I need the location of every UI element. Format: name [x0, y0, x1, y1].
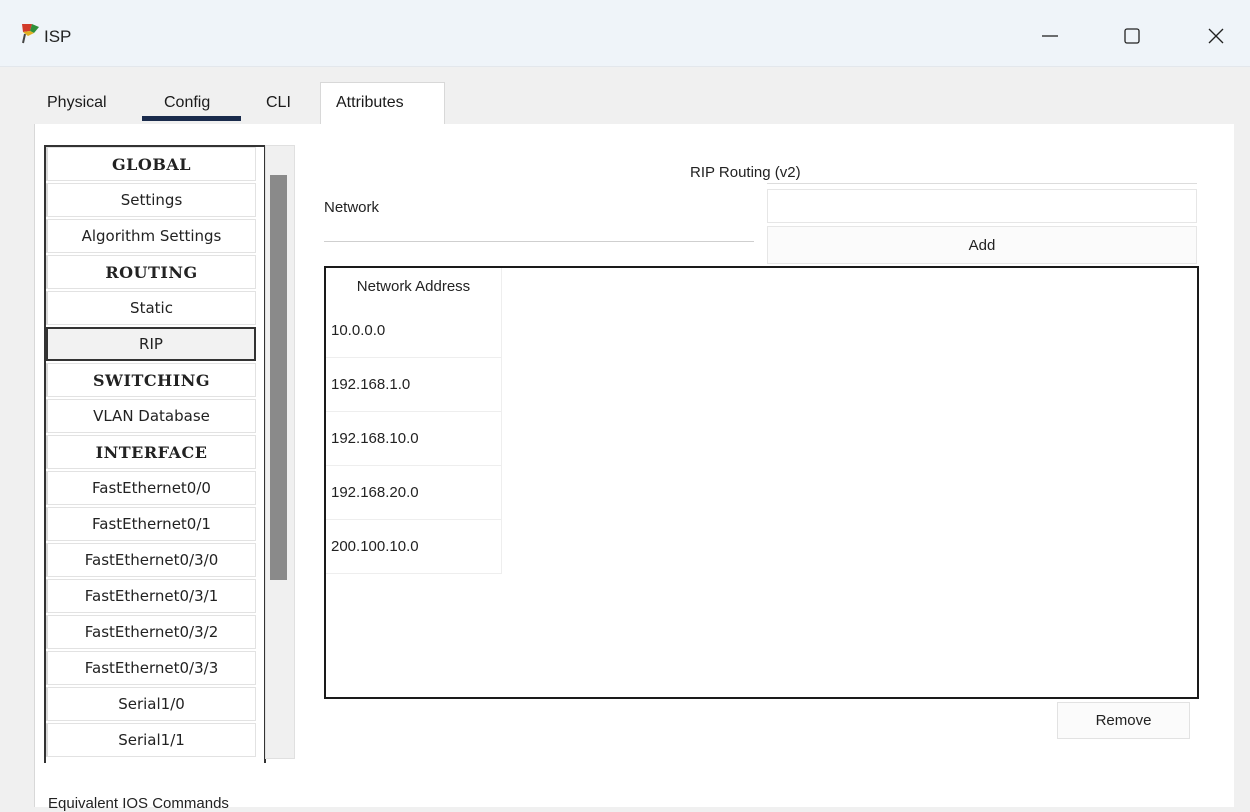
tab-cli[interactable]: CLI — [266, 94, 291, 112]
sidebar-item-rip[interactable]: RIP — [46, 327, 256, 361]
sidebar-item-algorithm-settings[interactable]: Algorithm Settings — [46, 219, 256, 253]
sidebar-item-static[interactable]: Static — [46, 291, 256, 325]
sidebar-header-global: GLOBAL — [46, 147, 256, 181]
sidebar-scrollbar-thumb[interactable] — [270, 175, 287, 580]
minimize-icon — [1042, 35, 1058, 37]
title-bar: ISP — [0, 0, 1250, 67]
network-label: Network — [324, 199, 380, 216]
maximize-icon — [1124, 28, 1140, 44]
equivalent-ios-commands-label: Equivalent IOS Commands — [48, 795, 229, 812]
active-tab-indicator — [142, 116, 241, 121]
sidebar-item-fastethernet0-3-1[interactable]: FastEthernet0/3/1 — [46, 579, 256, 613]
config-sidebar: GLOBAL Settings Algorithm Settings ROUTI… — [44, 145, 266, 763]
sidebar-item-fastethernet0-3-2[interactable]: FastEthernet0/3/2 — [46, 615, 256, 649]
table-row[interactable]: 192.168.20.0 — [326, 466, 502, 520]
column-header-network-address: Network Address — [326, 268, 502, 304]
divider — [767, 183, 1197, 184]
sidebar-item-fastethernet0-1[interactable]: FastEthernet0/1 — [46, 507, 256, 541]
remove-button[interactable]: Remove — [1057, 702, 1190, 739]
sidebar-item-settings[interactable]: Settings — [46, 183, 256, 217]
app-icon — [22, 24, 39, 44]
add-button[interactable]: Add — [767, 226, 1197, 264]
sidebar-item-vlan-database[interactable]: VLAN Database — [46, 399, 256, 433]
sidebar-item-fastethernet0-3-0[interactable]: FastEthernet0/3/0 — [46, 543, 256, 577]
tab-config[interactable]: Config — [164, 94, 210, 112]
sidebar-item-fastethernet0-0[interactable]: FastEthernet0/0 — [46, 471, 256, 505]
close-icon — [1208, 28, 1224, 44]
minimize-button[interactable] — [1030, 16, 1070, 56]
window-title: ISP — [44, 27, 72, 46]
table-row[interactable]: 10.0.0.0 — [326, 304, 502, 358]
table-row[interactable]: 192.168.10.0 — [326, 412, 502, 466]
rip-routing-title: RIP Routing (v2) — [690, 164, 801, 181]
sidebar-item-serial1-1[interactable]: Serial1/1 — [46, 723, 256, 757]
sidebar-header-interface: INTERFACE — [46, 435, 256, 469]
close-button[interactable] — [1196, 16, 1236, 56]
tab-attributes[interactable]: Attributes — [336, 94, 404, 112]
tab-physical[interactable]: Physical — [47, 94, 107, 112]
sidebar-item-serial1-0[interactable]: Serial1/0 — [46, 687, 256, 721]
sidebar-header-switching: SWITCHING — [46, 363, 256, 397]
sidebar-item-fastethernet0-3-3[interactable]: FastEthernet0/3/3 — [46, 651, 256, 685]
table-row[interactable]: 200.100.10.0 — [326, 520, 502, 574]
maximize-button[interactable] — [1112, 16, 1152, 56]
table-row[interactable]: 192.168.1.0 — [326, 358, 502, 412]
network-input[interactable] — [767, 189, 1197, 223]
sidebar-header-routing: ROUTING — [46, 255, 256, 289]
divider — [324, 241, 754, 242]
